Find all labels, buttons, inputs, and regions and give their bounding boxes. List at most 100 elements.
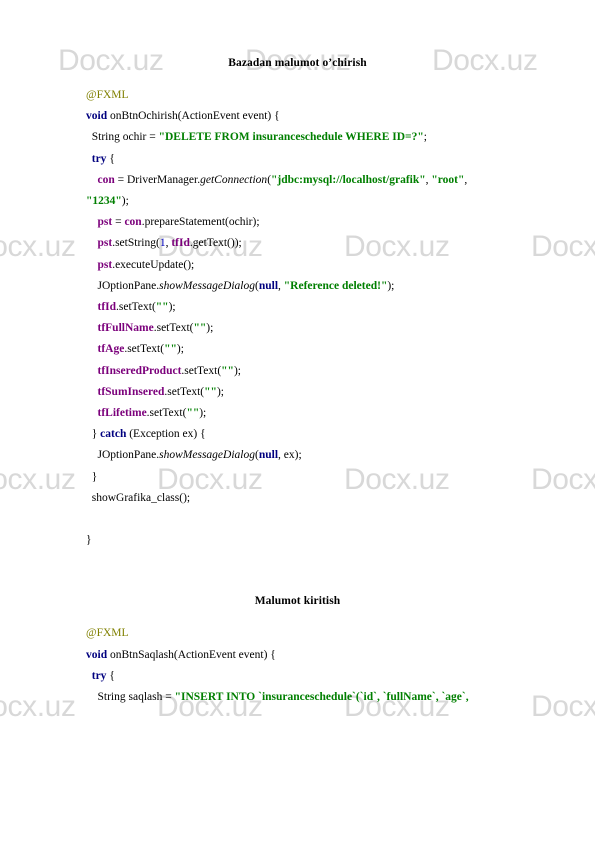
code-token-fld: pst: [97, 216, 113, 229]
code-token-pln: onBtnOchirish(ActionEvent event) {: [107, 110, 280, 123]
code-token-pln: .prepareStatement(ochir);: [141, 216, 260, 229]
code-token-pln: = DriverManager.: [114, 173, 201, 186]
code-token-pln: =: [112, 216, 125, 229]
code-token-anno: @FXML: [86, 89, 129, 101]
code-token-pln: );: [199, 407, 207, 420]
code-line: String ochir = "DELETE FROM insurancesch…: [86, 127, 595, 148]
code-token-pln: .setText(: [181, 364, 222, 377]
code-token-kw: void: [86, 648, 108, 661]
code-token-kw: try: [91, 669, 107, 682]
code-token-pln: {: [106, 669, 115, 682]
code-token-pln: );: [233, 364, 241, 377]
document-content: Bazadan malumot o’chirish @FXML void onBt…: [0, 0, 595, 708]
code-line: tfId.setText("");: [86, 297, 595, 318]
code-token-pln: ;: [423, 131, 427, 144]
code-token-pln: , ex);: [278, 449, 302, 462]
code-token-pln: (Exception ex) {: [126, 428, 206, 441]
code-token-str: "Reference deleted!": [283, 279, 388, 292]
code-line: @FXML: [86, 623, 595, 644]
code-line: }: [86, 467, 595, 488]
code-token-pln: {: [106, 152, 115, 165]
code-token-fld: tfAge: [97, 343, 125, 356]
code-line: }: [86, 530, 595, 551]
code-token-kw: void: [86, 110, 108, 123]
code-token-str: "INSERT INTO `insuranceschedule`(`id`, `…: [174, 691, 469, 704]
code-token-pln: ,: [464, 173, 468, 186]
code-token-str: "root": [431, 173, 465, 186]
code-token-str: "": [155, 301, 169, 314]
code-line: con = DriverManager.getConnection("jdbc:…: [86, 170, 595, 191]
code-line: void onBtnSaqlash(ActionEvent event) {: [86, 645, 595, 666]
code-line: @FXML: [86, 85, 595, 106]
code-token-str: "": [193, 322, 207, 335]
code-token-pln: );: [121, 195, 129, 208]
code-token-anno: @FXML: [86, 627, 129, 640]
code-block-insert: @FXML void onBtnSaqlash(ActionEvent event…: [0, 623, 595, 708]
code-line: JOptionPane.showMessageDialog(null, ex);: [86, 445, 595, 466]
code-line: tfAge.setText("");: [86, 339, 595, 360]
code-token-str: "DELETE FROM insuranceschedule WHERE ID=…: [158, 131, 424, 144]
code-token-pln: onBtnSaqlash(ActionEvent event) {: [107, 648, 276, 661]
code-token-fld: tfId: [97, 301, 117, 314]
code-token-pln: .setText(: [146, 407, 187, 420]
code-token-str: "": [186, 407, 200, 420]
code-token-fld: tfInseredProduct: [97, 364, 182, 377]
code-token-str: "": [164, 343, 177, 356]
code-token-fld: tfId: [171, 237, 190, 250]
code-token-pln: .setText(: [164, 385, 205, 398]
code-token-mth: showMessageDialog: [159, 279, 255, 292]
code-token-fld: pst: [97, 237, 113, 250]
code-token-pln: }: [86, 534, 92, 547]
code-token-fld: tfFullName: [97, 322, 154, 335]
code-token-pln: JOptionPane.: [97, 449, 160, 462]
code-block-delete: @FXML void onBtnOchirish(ActionEvent even…: [0, 85, 595, 551]
code-token-fld: tfSumInsered: [97, 385, 165, 398]
code-token-pln: String saqlash =: [97, 691, 175, 704]
code-token-pln: );: [387, 279, 395, 292]
code-token-pln: String ochir =: [91, 131, 159, 144]
code-token-str: "jdbc:mysql://localhost/grafik": [271, 173, 426, 186]
code-line: void onBtnOchirish(ActionEvent event) {: [86, 106, 595, 127]
code-token-pln: );: [206, 322, 214, 335]
code-token-kw: try: [91, 152, 107, 165]
code-token-kw: catch: [100, 428, 127, 441]
code-line: tfFullName.setText("");: [86, 318, 595, 339]
code-token-fld: con: [97, 173, 115, 186]
code-token-pln: JOptionPane.: [97, 279, 160, 292]
code-token-pln: .setText(: [116, 301, 156, 314]
document-page: Docx.uz Docx.uz Docx.uz Docx.uz Docx.uz …: [0, 0, 595, 842]
code-token-kw: null: [258, 449, 279, 462]
code-token-pln: );: [168, 301, 176, 314]
code-token-pln: }: [91, 428, 101, 441]
code-token-pln: );: [176, 343, 184, 356]
code-line: } catch (Exception ex) {: [86, 424, 595, 445]
code-token-fld: pst: [97, 258, 113, 271]
code-token-pln: .executeUpdate();: [112, 258, 195, 271]
code-line: "1234");: [86, 191, 595, 212]
code-token-pln: showGrafika_class();: [91, 491, 191, 504]
code-line: String saqlash = "INSERT INTO `insurance…: [86, 687, 595, 708]
code-line: JOptionPane.showMessageDialog(null, "Ref…: [86, 276, 595, 297]
code-token-pln: );: [216, 385, 224, 398]
section-heading-delete: Bazadan malumot o’chirish: [228, 57, 367, 69]
code-token-kw: null: [258, 279, 279, 292]
code-line: pst.setString(1, tfId.getText());: [86, 233, 595, 254]
code-line: tfLifetime.setText("");: [86, 403, 595, 424]
code-token-str: "": [204, 385, 217, 398]
code-token-mth: getConnection: [200, 173, 268, 186]
code-token-fld: con: [124, 216, 142, 229]
